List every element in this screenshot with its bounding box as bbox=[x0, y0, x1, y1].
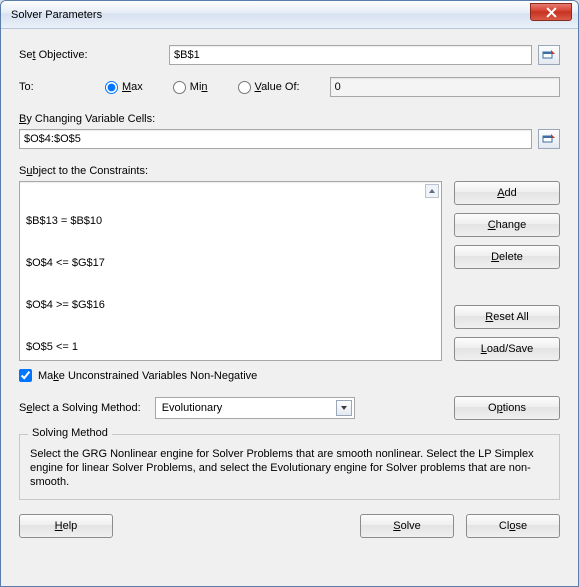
titlebar[interactable]: Solver Parameters bbox=[1, 1, 578, 29]
close-button[interactable]: Close bbox=[466, 514, 560, 538]
radio-max-input[interactable] bbox=[105, 81, 118, 94]
changing-cells-label: By Changing Variable Cells: bbox=[19, 113, 560, 125]
refedit-icon bbox=[542, 48, 556, 62]
radio-min-label: Min bbox=[190, 81, 208, 93]
options-button[interactable]: Options bbox=[454, 396, 560, 420]
nonneg-checkbox-row[interactable]: Make Unconstrained Variables Non-Negativ… bbox=[19, 369, 560, 382]
to-label: To: bbox=[19, 81, 75, 93]
refedit-icon bbox=[542, 132, 556, 146]
radio-valueof[interactable]: Value Of: bbox=[238, 81, 300, 94]
group-body: Select the GRG Nonlinear engine for Solv… bbox=[30, 447, 549, 489]
solving-method-group: Solving Method Select the GRG Nonlinear … bbox=[19, 434, 560, 500]
objective-refedit-button[interactable] bbox=[538, 45, 560, 65]
constraints-listbox[interactable]: $B$13 = $B$10 $O$4 <= $G$17 $O$4 >= $G$1… bbox=[19, 181, 442, 361]
reset-all-button[interactable]: Reset All bbox=[454, 305, 560, 329]
method-label: Select a Solving Method: bbox=[19, 402, 141, 414]
valueof-input[interactable]: 0 bbox=[330, 77, 560, 97]
radio-max-label: Max bbox=[122, 81, 143, 93]
solver-dialog: Solver Parameters Set Objective: $B$1 To… bbox=[0, 0, 579, 587]
objective-input[interactable]: $B$1 bbox=[169, 45, 532, 65]
group-title: Solving Method bbox=[28, 427, 112, 439]
constraint-item[interactable]: $O$4 >= $G$16 bbox=[26, 298, 435, 312]
radio-valueof-label: Value Of: bbox=[255, 81, 300, 93]
nonneg-checkbox[interactable] bbox=[19, 369, 32, 382]
window-title: Solver Parameters bbox=[11, 9, 102, 21]
constraint-item[interactable]: $O$4 <= $G$17 bbox=[26, 256, 435, 270]
add-button[interactable]: Add bbox=[454, 181, 560, 205]
load-save-button[interactable]: Load/Save bbox=[454, 337, 560, 361]
changing-cells-input[interactable]: $O$4:$O$5 bbox=[19, 129, 532, 149]
solve-button[interactable]: Solve bbox=[360, 514, 454, 538]
method-value: Evolutionary bbox=[162, 402, 223, 414]
changing-refedit-button[interactable] bbox=[538, 129, 560, 149]
dialog-body: Set Objective: $B$1 To: Max Min Value Of… bbox=[1, 29, 578, 586]
set-objective-label: Set Objective: bbox=[19, 49, 169, 61]
delete-button[interactable]: Delete bbox=[454, 245, 560, 269]
close-icon bbox=[546, 7, 557, 18]
radio-min[interactable]: Min bbox=[173, 81, 208, 94]
change-button[interactable]: Change bbox=[454, 213, 560, 237]
radio-max[interactable]: Max bbox=[105, 81, 143, 94]
scroll-up-icon[interactable] bbox=[425, 184, 439, 198]
nonneg-label: Make Unconstrained Variables Non-Negativ… bbox=[38, 370, 257, 382]
help-button[interactable]: Help bbox=[19, 514, 113, 538]
window-close-button[interactable] bbox=[530, 3, 572, 21]
radio-valueof-input[interactable] bbox=[238, 81, 251, 94]
chevron-down-icon[interactable] bbox=[336, 400, 352, 416]
constraint-item[interactable]: $B$13 = $B$10 bbox=[26, 214, 435, 228]
radio-min-input[interactable] bbox=[173, 81, 186, 94]
constraint-item[interactable]: $O$5 <= 1 bbox=[26, 340, 435, 354]
method-combobox[interactable]: Evolutionary bbox=[155, 397, 355, 419]
constraints-label: Subject to the Constraints: bbox=[19, 165, 560, 177]
